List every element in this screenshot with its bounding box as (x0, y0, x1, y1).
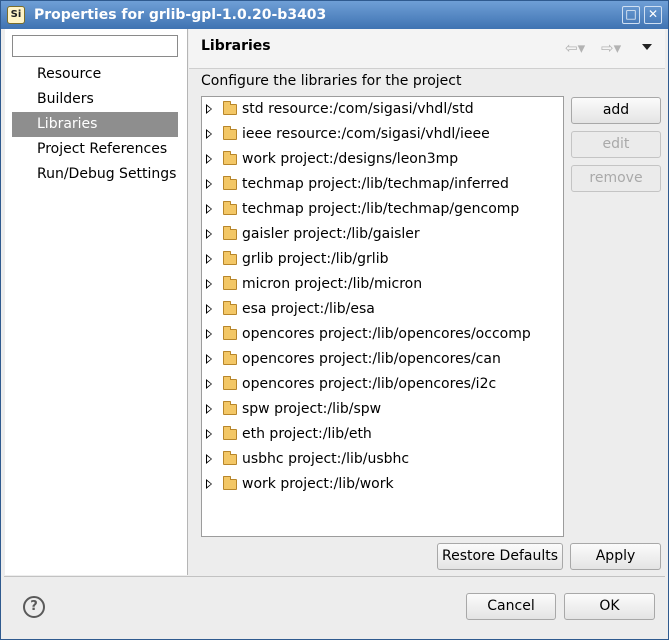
nav-item-libraries[interactable]: Libraries (12, 112, 178, 137)
folder-icon (223, 301, 237, 315)
chevron-right-icon[interactable] (206, 429, 212, 439)
sigasi-app-icon[interactable]: Si (7, 6, 25, 24)
dialog-content: Resource Builders Libraries Project Referen… (4, 29, 665, 575)
chevron-right-icon[interactable] (206, 279, 212, 289)
folder-icon (223, 351, 237, 365)
library-label: work project:/lib/work (242, 476, 394, 492)
chevron-right-icon[interactable] (206, 454, 212, 464)
page-description: Configure the libraries for the project (201, 73, 462, 89)
libraries-tree[interactable]: std resource:/com/sigasi/vhdl/std ieee re… (201, 96, 564, 537)
library-label: micron project:/lib/micron (242, 276, 423, 292)
library-row[interactable]: std resource:/com/sigasi/vhdl/std (202, 97, 563, 122)
folder-icon (223, 151, 237, 165)
library-row[interactable]: opencores project:/lib/opencores/i2c (202, 372, 563, 397)
library-label: grlib project:/lib/grlib (242, 251, 389, 267)
library-row[interactable]: opencores project:/lib/opencores/can (202, 347, 563, 372)
folder-icon (223, 226, 237, 240)
nav-item-project-references[interactable]: Project References (12, 137, 178, 162)
library-row[interactable]: usbhc project:/lib/usbhc (202, 447, 563, 472)
back-arrow-icon[interactable]: ⇦▾ (565, 40, 585, 56)
folder-icon (223, 326, 237, 340)
edit-button[interactable]: edit (571, 131, 661, 158)
nav-item-builders[interactable]: Builders (12, 87, 178, 112)
folder-icon (223, 476, 237, 490)
cancel-button[interactable]: Cancel (466, 593, 556, 620)
nav-item-resource[interactable]: Resource (12, 62, 178, 87)
library-row[interactable]: esa project:/lib/esa (202, 297, 563, 322)
folder-icon (223, 276, 237, 290)
restore-defaults-button[interactable]: Restore Defaults (437, 543, 563, 570)
library-label: esa project:/lib/esa (242, 301, 375, 317)
chevron-right-icon[interactable] (206, 404, 212, 414)
library-row[interactable]: ieee resource:/com/sigasi/vhdl/ieee (202, 122, 563, 147)
library-label: opencores project:/lib/opencores/i2c (242, 376, 497, 392)
library-label: opencores project:/lib/opencores/can (242, 351, 501, 367)
folder-icon (223, 201, 237, 215)
help-icon[interactable]: ? (23, 596, 45, 618)
library-row[interactable]: opencores project:/lib/opencores/occomp (202, 322, 563, 347)
chevron-right-icon[interactable] (206, 354, 212, 364)
library-label: gaisler project:/lib/gaisler (242, 226, 420, 242)
chevron-right-icon[interactable] (206, 104, 212, 114)
properties-page: Libraries ⇦▾ ⇨▾ Configure the libraries … (189, 29, 665, 575)
folder-icon (223, 451, 237, 465)
library-row[interactable]: techmap project:/lib/techmap/inferred (202, 172, 563, 197)
window-title: Properties for grlib-gpl-1.0.20-b3403 (34, 7, 327, 23)
folder-icon (223, 101, 237, 115)
chevron-right-icon[interactable] (206, 204, 212, 214)
library-label: std resource:/com/sigasi/vhdl/std (242, 101, 474, 117)
library-label: ieee resource:/com/sigasi/vhdl/ieee (242, 126, 490, 142)
folder-icon (223, 126, 237, 140)
chevron-right-icon[interactable] (206, 254, 212, 264)
folder-icon (223, 251, 237, 265)
library-label: usbhc project:/lib/usbhc (242, 451, 410, 467)
chevron-right-icon[interactable] (206, 129, 212, 139)
library-row[interactable]: work project:/lib/work (202, 472, 563, 497)
folder-icon (223, 176, 237, 190)
filter-input[interactable] (12, 35, 178, 57)
ok-button[interactable]: OK (564, 593, 655, 620)
navigation-pane: Resource Builders Libraries Project Referen… (5, 29, 188, 575)
page-header: Libraries ⇦▾ ⇨▾ (189, 29, 665, 69)
library-label: techmap project:/lib/techmap/gencomp (242, 201, 520, 217)
footer-separator (4, 576, 665, 577)
remove-button[interactable]: remove (571, 165, 661, 192)
library-row[interactable]: techmap project:/lib/techmap/gencomp (202, 197, 563, 222)
library-row[interactable]: micron project:/lib/micron (202, 272, 563, 297)
forward-arrow-icon[interactable]: ⇨▾ (601, 40, 621, 56)
apply-button[interactable]: Apply (570, 543, 661, 570)
library-label: eth project:/lib/eth (242, 426, 372, 442)
library-label: work project:/designs/leon3mp (242, 151, 459, 167)
chevron-right-icon[interactable] (206, 229, 212, 239)
library-row[interactable]: grlib project:/lib/grlib (202, 247, 563, 272)
library-row[interactable]: gaisler project:/lib/gaisler (202, 222, 563, 247)
chevron-right-icon[interactable] (206, 379, 212, 389)
view-menu-icon[interactable] (642, 44, 652, 50)
folder-icon (223, 376, 237, 390)
library-row[interactable]: spw project:/lib/spw (202, 397, 563, 422)
add-button[interactable]: add (571, 97, 661, 124)
nav-item-run-debug-settings[interactable]: Run/Debug Settings (12, 162, 178, 187)
library-label: spw project:/lib/spw (242, 401, 382, 417)
library-label: opencores project:/lib/opencores/occomp (242, 326, 531, 342)
library-row[interactable]: eth project:/lib/eth (202, 422, 563, 447)
maximize-icon[interactable]: □ (622, 6, 640, 24)
chevron-right-icon[interactable] (206, 179, 212, 189)
library-row[interactable]: work project:/designs/leon3mp (202, 147, 563, 172)
page-title: Libraries (201, 38, 271, 54)
chevron-right-icon[interactable] (206, 329, 212, 339)
chevron-right-icon[interactable] (206, 304, 212, 314)
close-icon[interactable]: ✕ (644, 6, 662, 24)
folder-icon (223, 426, 237, 440)
properties-dialog: Si Properties for grlib-gpl-1.0.20-b3403… (0, 0, 669, 640)
chevron-right-icon[interactable] (206, 479, 212, 489)
title-bar[interactable]: Si Properties for grlib-gpl-1.0.20-b3403… (1, 1, 668, 29)
chevron-right-icon[interactable] (206, 154, 212, 164)
library-label: techmap project:/lib/techmap/inferred (242, 176, 509, 192)
folder-icon (223, 401, 237, 415)
